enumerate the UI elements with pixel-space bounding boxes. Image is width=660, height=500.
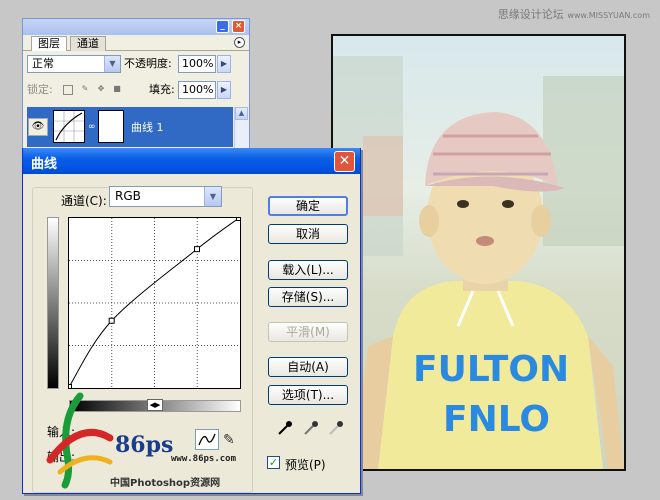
blend-mode-value: 正常 bbox=[32, 57, 54, 70]
lock-label: 锁定: bbox=[27, 83, 53, 96]
smooth-button[interactable]: 平滑(M) bbox=[268, 322, 348, 342]
layers-panel: _ × 图层 通道 ▸ 正常 ▼ 不透明度: 100% ▶ 锁定: ✎ ✥ ■ … bbox=[22, 18, 250, 153]
curve-control-point[interactable] bbox=[194, 246, 200, 253]
document-canvas[interactable]: FULTON FNLO bbox=[331, 34, 626, 471]
opacity-field[interactable]: 100% bbox=[178, 55, 216, 73]
opacity-label: 不透明度: bbox=[124, 57, 172, 70]
watermark-cn: 思缘设计论坛 bbox=[497, 8, 564, 21]
fill-label: 填充: bbox=[149, 83, 175, 96]
preview-label[interactable]: 预览(P) bbox=[285, 456, 326, 473]
curve-graph[interactable] bbox=[66, 215, 242, 390]
dialog-title: 曲线 bbox=[31, 157, 58, 172]
lock-row: 锁定: ✎ ✥ ■ 填充: 100% ▶ bbox=[23, 81, 249, 103]
layers-scrollbar[interactable]: ▲ bbox=[234, 107, 248, 152]
tab-layers[interactable]: 图层 bbox=[31, 36, 67, 51]
curves-dialog-titlebar[interactable]: 曲线 ✕ bbox=[23, 148, 360, 174]
preview-checkbox[interactable]: ✓ bbox=[267, 456, 280, 469]
auto-button[interactable]: 自动(A) bbox=[268, 357, 348, 377]
white-eyedropper-icon[interactable] bbox=[327, 419, 345, 437]
logo-tagline: 中国Photoshop资源网 bbox=[110, 478, 221, 489]
options-button[interactable]: 选项(T)... bbox=[268, 385, 348, 405]
logo-stamp: 86ps www.86ps.com 中国Photoshop资源网 bbox=[40, 390, 255, 490]
svg-text:FULTON: FULTON bbox=[413, 349, 569, 390]
lock-transparency-icon[interactable] bbox=[63, 85, 73, 95]
close-icon[interactable]: × bbox=[232, 20, 245, 33]
blend-row: 正常 ▼ 不透明度: 100% ▶ bbox=[23, 55, 249, 77]
channel-value: RGB bbox=[115, 189, 141, 203]
close-icon[interactable]: ✕ bbox=[334, 151, 355, 172]
lock-all-icon[interactable]: ■ bbox=[112, 85, 122, 95]
fill-field[interactable]: 100% bbox=[178, 81, 216, 99]
adjustment-thumbnail bbox=[53, 110, 85, 143]
curve-control-point[interactable] bbox=[66, 384, 72, 390]
watermark: 思缘设计论坛 www.MISSYUAN.com bbox=[498, 6, 650, 22]
lock-paint-icon[interactable]: ✎ bbox=[80, 85, 90, 95]
logo-brand: 86ps bbox=[115, 432, 174, 458]
channel-label: 通道(C): bbox=[61, 194, 107, 208]
minimize-icon[interactable]: _ bbox=[216, 20, 229, 33]
blend-mode-select[interactable]: 正常 ▼ bbox=[27, 55, 121, 73]
tab-channels[interactable]: 通道 bbox=[70, 36, 106, 51]
svg-text:FNLO: FNLO bbox=[443, 399, 550, 440]
output-gradient-bar bbox=[47, 217, 59, 389]
curve-thumb-icon bbox=[54, 111, 84, 142]
channel-select[interactable]: RGB ▼ bbox=[109, 186, 222, 207]
save-button[interactable]: 存储(S)... bbox=[268, 287, 348, 307]
cancel-button[interactable]: 取消 bbox=[268, 224, 348, 244]
chain-link-icon[interactable]: ∞ bbox=[88, 120, 96, 134]
layer-mask-thumbnail[interactable] bbox=[98, 110, 124, 143]
chevron-down-icon[interactable]: ▼ bbox=[204, 187, 221, 206]
curve-control-point[interactable] bbox=[236, 215, 242, 221]
watermark-en: www.MISSYUAN.com bbox=[567, 11, 650, 20]
child-photo: FULTON FNLO bbox=[333, 36, 624, 469]
checkmark-icon: ✓ bbox=[268, 456, 279, 469]
panel-menu-icon[interactable]: ▸ bbox=[234, 37, 245, 48]
scroll-up-icon[interactable]: ▲ bbox=[235, 107, 248, 120]
curve-plot[interactable] bbox=[66, 215, 242, 390]
eye-icon[interactable]: 👁 bbox=[28, 118, 48, 136]
opacity-value: 100% bbox=[182, 57, 214, 70]
layers-panel-tabs: 图层 通道 ▸ bbox=[23, 35, 249, 51]
ok-button[interactable]: 确定 bbox=[268, 196, 348, 216]
fill-stepper[interactable]: ▶ bbox=[217, 81, 231, 99]
chevron-down-icon[interactable]: ▼ bbox=[104, 56, 120, 72]
fill-value: 100% bbox=[182, 83, 214, 96]
layers-panel-titlebar[interactable]: _ × bbox=[23, 19, 249, 35]
lock-move-icon[interactable]: ✥ bbox=[96, 85, 106, 95]
layer-row-curves[interactable]: 👁 ∞ 曲线 1 bbox=[27, 107, 233, 147]
logo-swoosh-icon bbox=[46, 392, 114, 489]
load-button[interactable]: 载入(L)... bbox=[268, 260, 348, 280]
gray-eyedropper-icon[interactable] bbox=[302, 419, 320, 437]
black-eyedropper-icon[interactable] bbox=[276, 419, 294, 437]
curve-control-point[interactable] bbox=[108, 317, 115, 324]
layer-name[interactable]: 曲线 1 bbox=[131, 119, 164, 135]
logo-url: www.86ps.com bbox=[171, 454, 237, 464]
opacity-stepper[interactable]: ▶ bbox=[217, 55, 231, 73]
